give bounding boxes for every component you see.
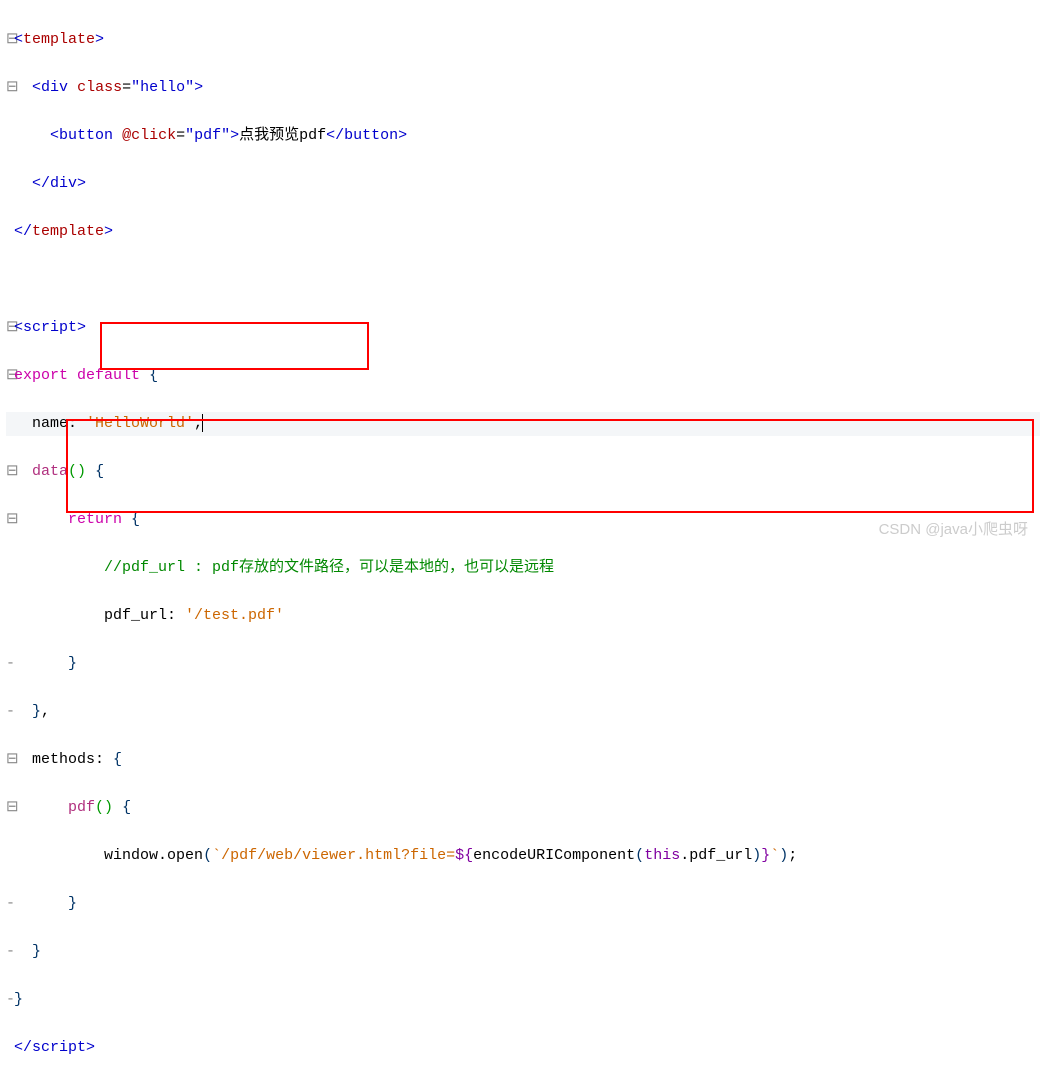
fold-close: -: [6, 988, 12, 1012]
code-line: - },: [6, 700, 1040, 724]
code-line: </template>: [6, 220, 1040, 244]
code-line: - }: [6, 940, 1040, 964]
code-line: [6, 268, 1040, 292]
code-line: - }: [6, 892, 1040, 916]
fold-close: -: [6, 940, 12, 964]
fold-gutter: ⊟: [6, 364, 12, 388]
fold-gutter: ⊟: [6, 460, 12, 484]
code-line: pdf_url: '/test.pdf': [6, 604, 1040, 628]
code-line: ⊟ methods: {: [6, 748, 1040, 772]
code-line: </div>: [6, 172, 1040, 196]
code-line: ⊟ data() {: [6, 460, 1040, 484]
code-line: ⊟<script>: [6, 316, 1040, 340]
watermark: CSDN @java小爬虫呀: [879, 518, 1028, 542]
fold-close: -: [6, 652, 12, 676]
code-line: ⊟ <div class="hello">: [6, 76, 1040, 100]
fold-gutter: ⊟: [6, 28, 12, 52]
code-line: window.open(`/pdf/web/viewer.html?file=$…: [6, 844, 1040, 868]
code-line: ⊟export default {: [6, 364, 1040, 388]
code-editor: ⊟<template> ⊟ <div class="hello"> <butto…: [0, 0, 1040, 1088]
fold-gutter: ⊟: [6, 748, 12, 772]
fold-gutter: ⊟: [6, 796, 12, 820]
code-line: ⊟<template>: [6, 28, 1040, 52]
fold-gutter: ⊟: [6, 76, 12, 100]
fold-close: -: [6, 892, 12, 916]
code-line: -}: [6, 988, 1040, 1012]
fold-gutter: ⊟: [6, 508, 12, 532]
code-line: //pdf_url : pdf存放的文件路径，可以是本地的，也可以是远程: [6, 556, 1040, 580]
fold-gutter: ⊟: [6, 316, 12, 340]
code-line-active: name: 'HelloWorld',: [6, 412, 1040, 436]
code-line: ⊟ pdf() {: [6, 796, 1040, 820]
code-line: </script>: [6, 1036, 1040, 1060]
text-cursor: [202, 414, 203, 432]
code-line: - }: [6, 652, 1040, 676]
fold-close: -: [6, 700, 12, 724]
code-line: <button @click="pdf">点我预览pdf</button>: [6, 124, 1040, 148]
